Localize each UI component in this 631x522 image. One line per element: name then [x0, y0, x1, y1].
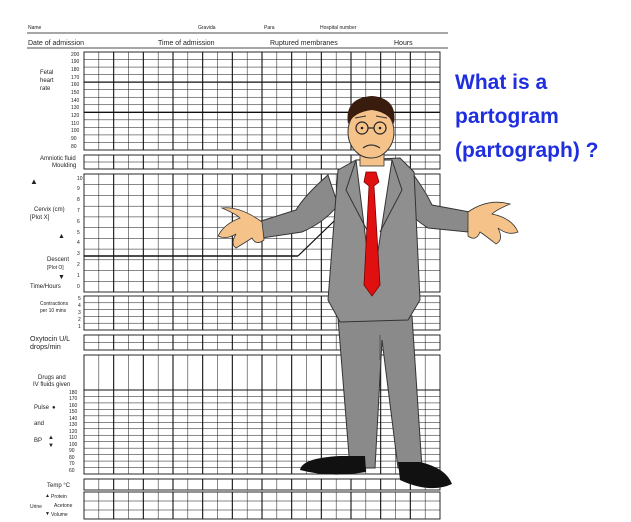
- cervix-tick-1: 1: [77, 272, 80, 279]
- drops-per-min-label: drops/min: [30, 344, 61, 351]
- fetal-heart-rate-label-2: heart: [40, 78, 54, 84]
- cervix-tick-8: 8: [77, 197, 80, 204]
- cervix-tick-0: 0: [77, 283, 80, 290]
- question-line-3: (partograph) ?: [455, 139, 599, 162]
- cervix-tick-2: 2: [77, 261, 80, 268]
- pulse-tick-80: 80: [69, 454, 75, 461]
- pulse-tick-130: 130: [69, 422, 78, 428]
- descent-label: Descent: [47, 257, 70, 263]
- pulse-tick-60: 60: [69, 467, 75, 474]
- header-hospital-number-label: Hospital number: [320, 25, 357, 31]
- fhr-tick-110: 110: [71, 120, 79, 127]
- pulse-tick-160: 160: [69, 402, 78, 409]
- header-date-of-admission-label: Date of admission: [28, 40, 85, 47]
- pulse-tick-170: 170: [69, 396, 78, 402]
- moulding-label: Moulding: [52, 163, 77, 169]
- fhr-tick-180: 180: [71, 66, 80, 73]
- cervix-tick-3: 3: [77, 251, 80, 258]
- header-hours-label: Hours: [394, 40, 413, 47]
- question-text: What is a partogram (partograph) ?: [455, 66, 631, 168]
- cervix-tick-7: 7: [77, 207, 80, 214]
- cervix-arrow-icon: ▲: [30, 177, 38, 186]
- man-right-hand: [467, 201, 519, 245]
- time-hours-label: Time/Hours: [30, 284, 61, 290]
- urine-label: Urine: [30, 504, 42, 510]
- cervix-tick-9: 9: [77, 186, 80, 193]
- pulse-tick-180: 180: [69, 389, 78, 396]
- pulse-tick-150: 150: [69, 409, 78, 415]
- pulse-tick-100: 100: [69, 441, 78, 448]
- pulse-label: Pulse: [34, 405, 50, 411]
- cervix-tick-10: 10: [77, 175, 83, 182]
- man-left-hand: [217, 207, 265, 249]
- pulse-tick-110: 110: [69, 435, 77, 441]
- fhr-tick-80: 80: [71, 143, 77, 150]
- bp-label: BP: [34, 438, 43, 444]
- man-right-shoe: [398, 462, 452, 489]
- fhr-tick-90: 90: [71, 135, 77, 142]
- contraction-tick-5: 5: [78, 295, 81, 302]
- fetal-heart-rate-label-3: rate: [40, 86, 51, 92]
- header-para-label: Para: [264, 25, 275, 31]
- header-name-label: Name: [28, 25, 42, 31]
- cervix-tick-5: 5: [77, 229, 80, 236]
- cervix-tick-6: 6: [77, 218, 80, 225]
- urine-volume-label: Volume: [51, 512, 68, 518]
- fhr-tick-160: 160: [71, 82, 80, 89]
- contraction-tick-1: 1: [78, 323, 81, 330]
- contraction-tick-3: 3: [78, 309, 81, 316]
- pulse-tick-120: 120: [69, 428, 78, 435]
- fhr-tick-200: 200: [71, 51, 80, 58]
- fhr-tick-150: 150: [71, 89, 80, 96]
- pulse-tick-140: 140: [69, 415, 78, 422]
- temp-label: Temp °C: [47, 483, 71, 489]
- fhr-tick-140: 140: [71, 97, 80, 104]
- urine-acetone-label: Acetone: [54, 503, 73, 509]
- pulse-tick-70: 70: [69, 461, 75, 467]
- question-line-1: What is a: [455, 71, 548, 94]
- and-label: and: [34, 421, 45, 427]
- drugs-label: Drugs and: [38, 375, 66, 381]
- fhr-tick-170: 170: [71, 74, 80, 81]
- cervix-tick-4: 4: [77, 240, 80, 247]
- plot-o-label: [Plot O]: [47, 265, 64, 271]
- fhr-tick-130: 130: [71, 105, 80, 112]
- pulse-dot-icon: ●: [52, 405, 56, 411]
- man-left-shoe: [300, 456, 366, 475]
- oxytocin-label: Oxytocin U/L: [30, 336, 71, 343]
- bp-arrows-icon: ▲ ▼: [48, 435, 54, 449]
- urine-arrow-down-icon: ▼: [45, 511, 50, 517]
- amniotic-fluid-label: Amniotic fluid: [40, 156, 76, 162]
- iv-fluids-label: IV fluids given: [33, 382, 71, 388]
- fhr-tick-100: 100: [71, 128, 80, 135]
- descent-arrow-up-icon: ▲: [58, 233, 65, 240]
- contraction-tick-4: 4: [78, 302, 81, 309]
- urine-protein-label: Protein: [51, 494, 67, 500]
- cervix-label: Cervix (cm): [34, 207, 65, 213]
- descent-arrow-down-icon: ▼: [58, 274, 65, 281]
- question-line-2: partogram: [455, 105, 559, 128]
- fhr-tick-120: 120: [71, 112, 80, 119]
- contractions-label: Contractions: [40, 301, 69, 307]
- header-gravida-label: Gravida: [198, 25, 216, 31]
- urine-arrows-icon: ▲: [45, 493, 50, 499]
- plot-x-label: [Plot X]: [30, 215, 50, 221]
- pulse-tick-90: 90: [69, 448, 75, 454]
- fhr-tick-190: 190: [71, 59, 80, 66]
- fetal-heart-rate-label-1: Fetal: [40, 70, 54, 76]
- per-10-mins-label: per 10 mins: [40, 308, 67, 314]
- header-time-of-admission-label: Time of admission: [158, 40, 215, 47]
- contraction-tick-2: 2: [78, 316, 81, 323]
- header-ruptured-membranes-label: Ruptured membranes: [270, 40, 338, 47]
